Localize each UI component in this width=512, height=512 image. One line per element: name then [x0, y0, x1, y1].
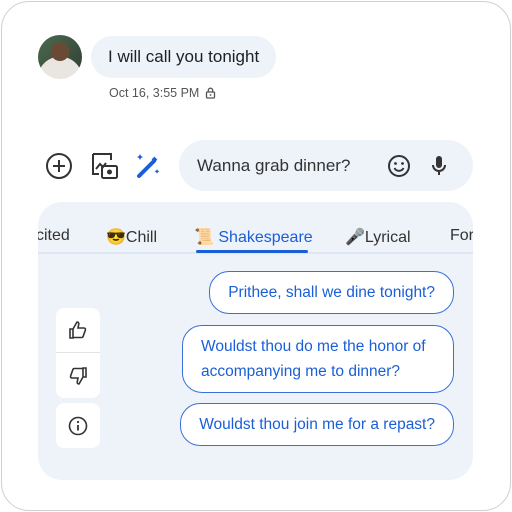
magic-compose-icon[interactable] [134, 152, 162, 180]
sunglasses-icon: 😎 [106, 229, 126, 246]
active-tab-indicator [196, 250, 308, 253]
tab-chill[interactable]: 😎Chill [106, 227, 157, 247]
tab-label: Shakespeare [218, 229, 313, 246]
info-icon[interactable] [56, 403, 100, 448]
suggestion-chip[interactable]: Wouldst thou do me the honor of accompan… [182, 325, 454, 393]
suggestion-chip[interactable]: Wouldst thou join me for a repast? [180, 403, 454, 446]
gallery-camera-icon[interactable] [90, 151, 120, 181]
tab-label: Lyrical [364, 229, 411, 246]
scroll-icon: 📜 [194, 229, 214, 246]
emoji-icon[interactable] [387, 154, 411, 178]
tab-label: cited [38, 227, 70, 244]
tab-shakespeare[interactable]: 📜 Shakespeare [194, 227, 313, 247]
message-bubble: I will call you tonight [91, 36, 277, 78]
suggestion-text: Prithee, shall we dine tonight? [228, 284, 435, 301]
microphone-icon[interactable] [431, 154, 447, 178]
suggestion-chip[interactable]: Prithee, shall we dine tonight? [209, 271, 454, 314]
avatar[interactable] [38, 35, 82, 79]
lock-icon [206, 87, 216, 99]
thumbs-up-icon[interactable] [56, 308, 100, 353]
compose-text: Wanna grab dinner? [197, 156, 351, 175]
tab-excited[interactable]: cited [38, 227, 70, 245]
suggestion-text: Wouldst thou do me the honor of accompan… [201, 338, 426, 380]
feedback-group [56, 308, 100, 398]
microphone-emoji-icon: 🎤 [345, 229, 365, 246]
message-meta: Oct 16, 3:55 PM [109, 86, 216, 100]
suggestion-text: Wouldst thou join me for a repast? [199, 416, 435, 433]
compose-input[interactable]: Wanna grab dinner? [179, 140, 473, 191]
thumbs-down-icon[interactable] [56, 353, 100, 398]
timestamp: Oct 16, 3:55 PM [109, 86, 200, 100]
tab-lyrical[interactable]: 🎤Lyrical [345, 227, 411, 247]
add-icon[interactable] [45, 152, 73, 180]
tab-label: Chill [125, 229, 158, 246]
style-tabs: cited 😎Chill 📜 Shakespeare 🎤Lyrical For [38, 202, 473, 254]
suggestions-panel: cited 😎Chill 📜 Shakespeare 🎤Lyrical For … [38, 202, 473, 480]
tab-more[interactable]: For [450, 227, 473, 245]
tab-label: For [450, 227, 473, 244]
